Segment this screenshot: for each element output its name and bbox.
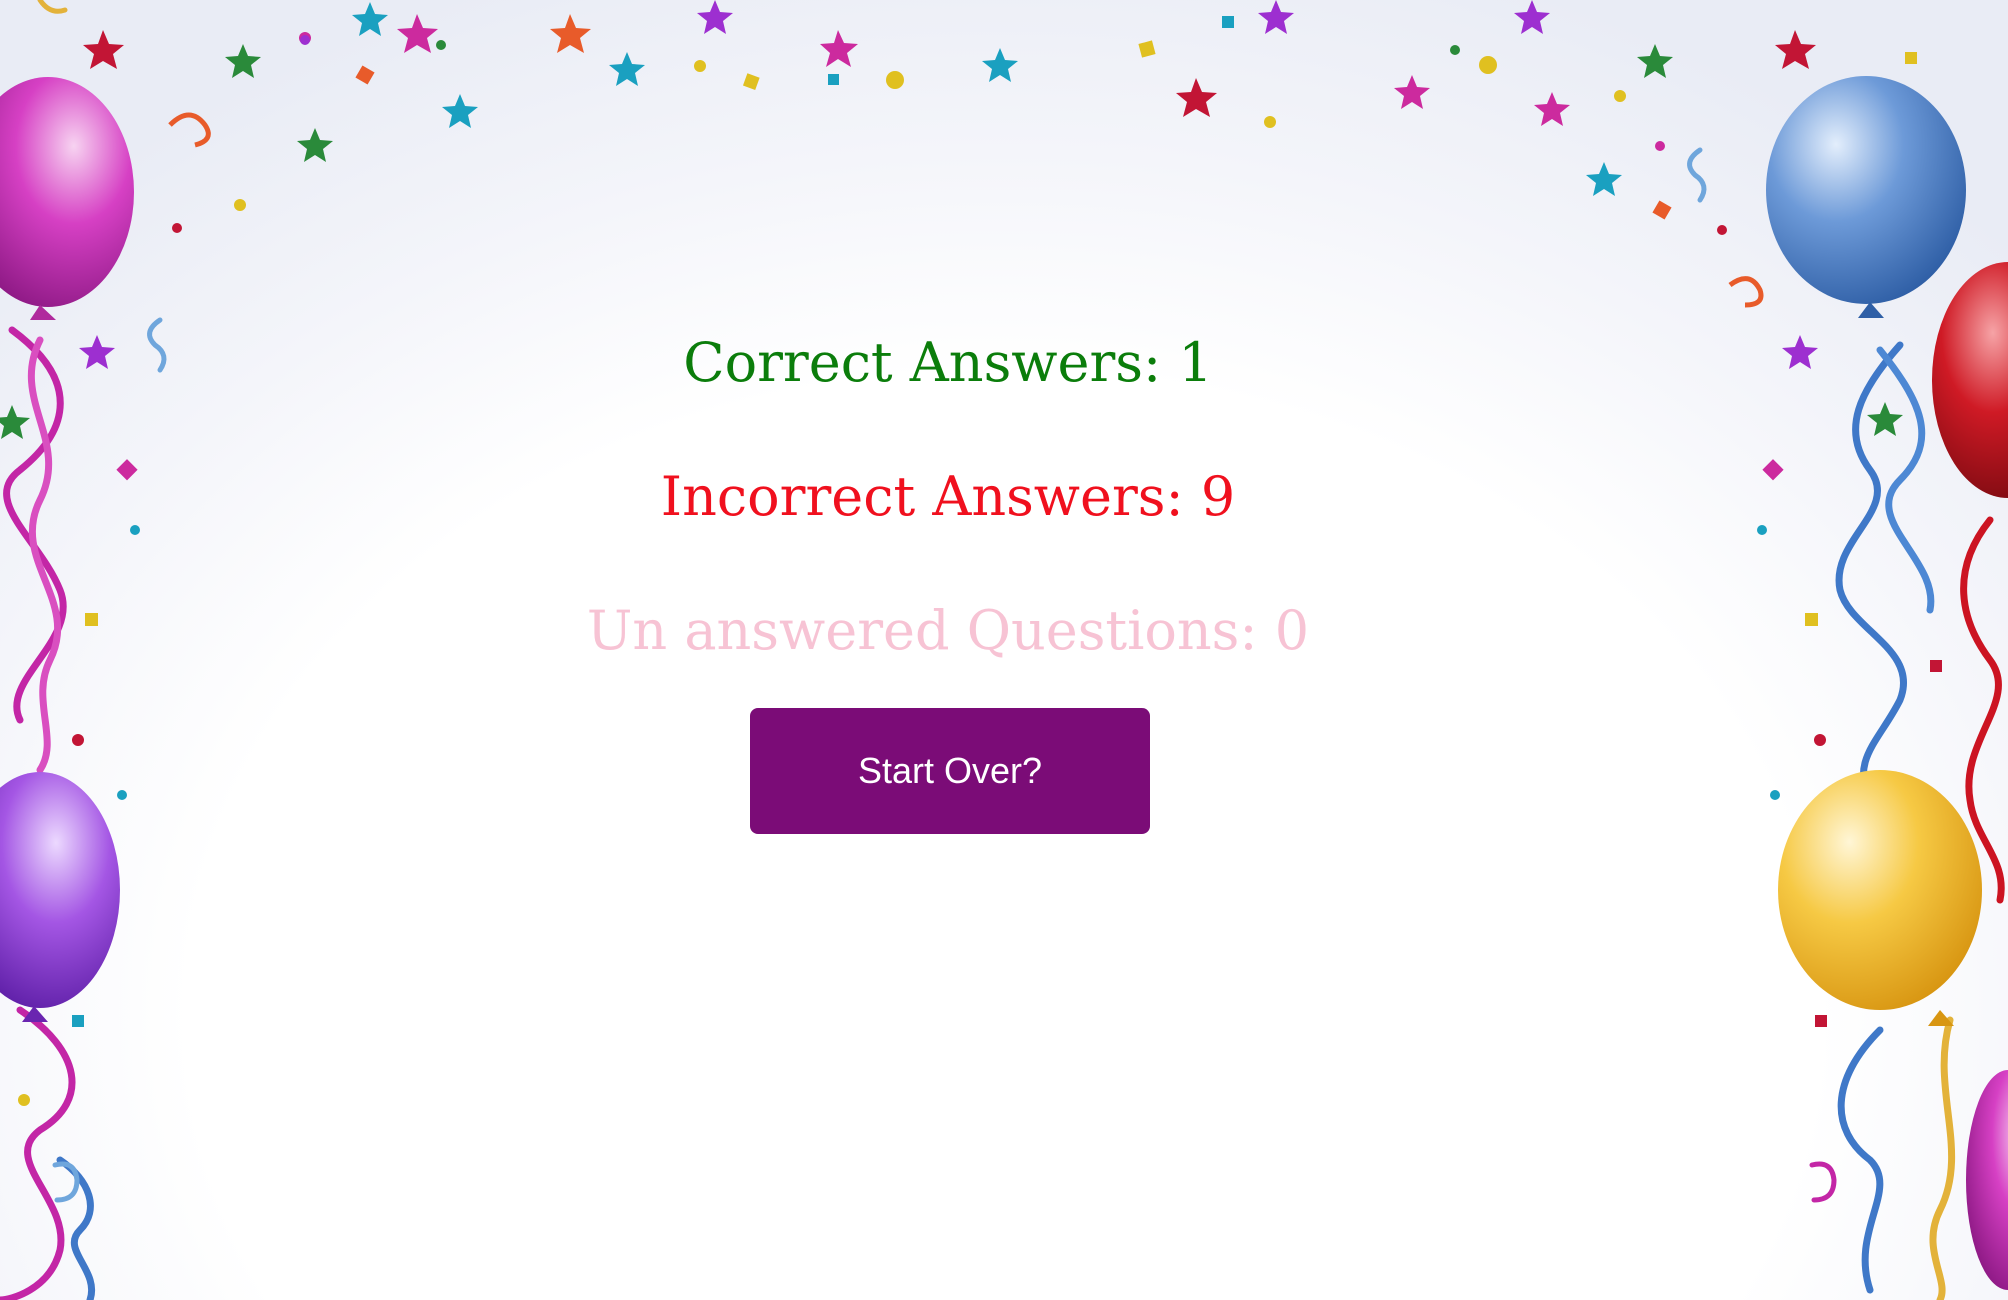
unanswered-questions-text: Un answered Questions: 0 [586,599,1310,662]
correct-answers-text: Correct Answers: 1 [683,331,1213,394]
results-panel: Correct Answers: 1 Incorrect Answers: 9 … [0,0,2008,1300]
incorrect-answers-text: Incorrect Answers: 9 [660,465,1236,528]
start-over-button[interactable]: Start Over? [750,708,1150,834]
